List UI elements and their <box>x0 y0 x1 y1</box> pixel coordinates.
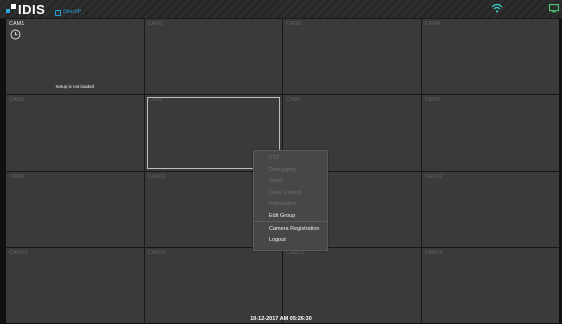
camera-label: CAM13 <box>9 249 28 256</box>
camera-cell-1[interactable]: CAM1 Setup is not loaded <box>6 19 144 95</box>
camera-cell-4[interactable]: CAM4 <box>421 19 559 95</box>
camera-label: CAM14 <box>147 249 166 256</box>
lock-icon <box>55 9 62 16</box>
menu-item-ptz[interactable]: PTZ <box>269 155 279 161</box>
menu-item-zoom[interactable]: Zoom <box>269 178 283 184</box>
context-menu: PTZ Debugging Zoom Color Control Information… <box>253 150 328 251</box>
clock-icon <box>10 29 21 40</box>
status-datetime: 10-12-2017 AM 05:26:30 <box>250 316 312 322</box>
camera-label: CAM16 <box>424 249 443 256</box>
camera-cell-9[interactable]: CAM9 <box>6 171 144 247</box>
menu-item-edit-group[interactable]: Edit Group <box>269 213 295 219</box>
camera-label: CAM2 <box>147 21 163 27</box>
camera-label: CAM9 <box>9 173 25 180</box>
camera-label: CAM1 <box>9 21 25 27</box>
camera-label: CAM7 <box>286 97 302 104</box>
camera-cell-5[interactable]: CAM5 <box>6 95 144 171</box>
menu-item-debugging[interactable]: Debugging <box>269 167 296 173</box>
top-bar: IDIS DirectIP <box>0 0 562 19</box>
menu-item-color-control[interactable]: Color Control <box>269 190 301 196</box>
camera-status-message: Setup is not loaded <box>55 84 95 90</box>
wifi-icon[interactable] <box>491 3 503 13</box>
camera-label: CAM5 <box>9 97 25 104</box>
camera-cell-3[interactable]: CAM3 <box>283 19 421 95</box>
idis-logo: IDIS DirectIP <box>6 2 81 16</box>
monitor-icon[interactable] <box>549 4 559 13</box>
camera-label: CAM10 <box>147 173 166 180</box>
logo-mark-icon <box>6 4 16 16</box>
camera-cell-12[interactable]: CAM12 <box>421 171 559 247</box>
menu-separator <box>254 221 327 222</box>
logo-subtitle: DirectIP <box>55 9 81 16</box>
camera-label: CAM12 <box>424 173 443 180</box>
camera-cell-16[interactable]: CAM16 <box>421 247 559 323</box>
camera-label: CAM3 <box>286 21 302 27</box>
camera-cell-13[interactable]: CAM13 <box>6 247 144 323</box>
menu-item-logout[interactable]: Logout <box>269 237 286 243</box>
camera-label: CAM4 <box>424 21 440 27</box>
logo-subtitle-text: DirectIP <box>63 9 82 15</box>
menu-item-information[interactable]: Information <box>269 201 297 207</box>
camera-cell-14[interactable]: CAM14 <box>144 247 282 323</box>
camera-cell-8[interactable]: CAM8 <box>421 95 559 171</box>
camera-label: CAM6 <box>147 97 163 104</box>
camera-label: CAM8 <box>424 97 440 104</box>
menu-item-camera-registration[interactable]: Camera Registration <box>269 226 319 232</box>
logo-text: IDIS <box>18 2 46 17</box>
camera-cell-2[interactable]: CAM2 <box>144 19 282 95</box>
camera-cell-15[interactable]: CAM15 <box>283 247 421 323</box>
